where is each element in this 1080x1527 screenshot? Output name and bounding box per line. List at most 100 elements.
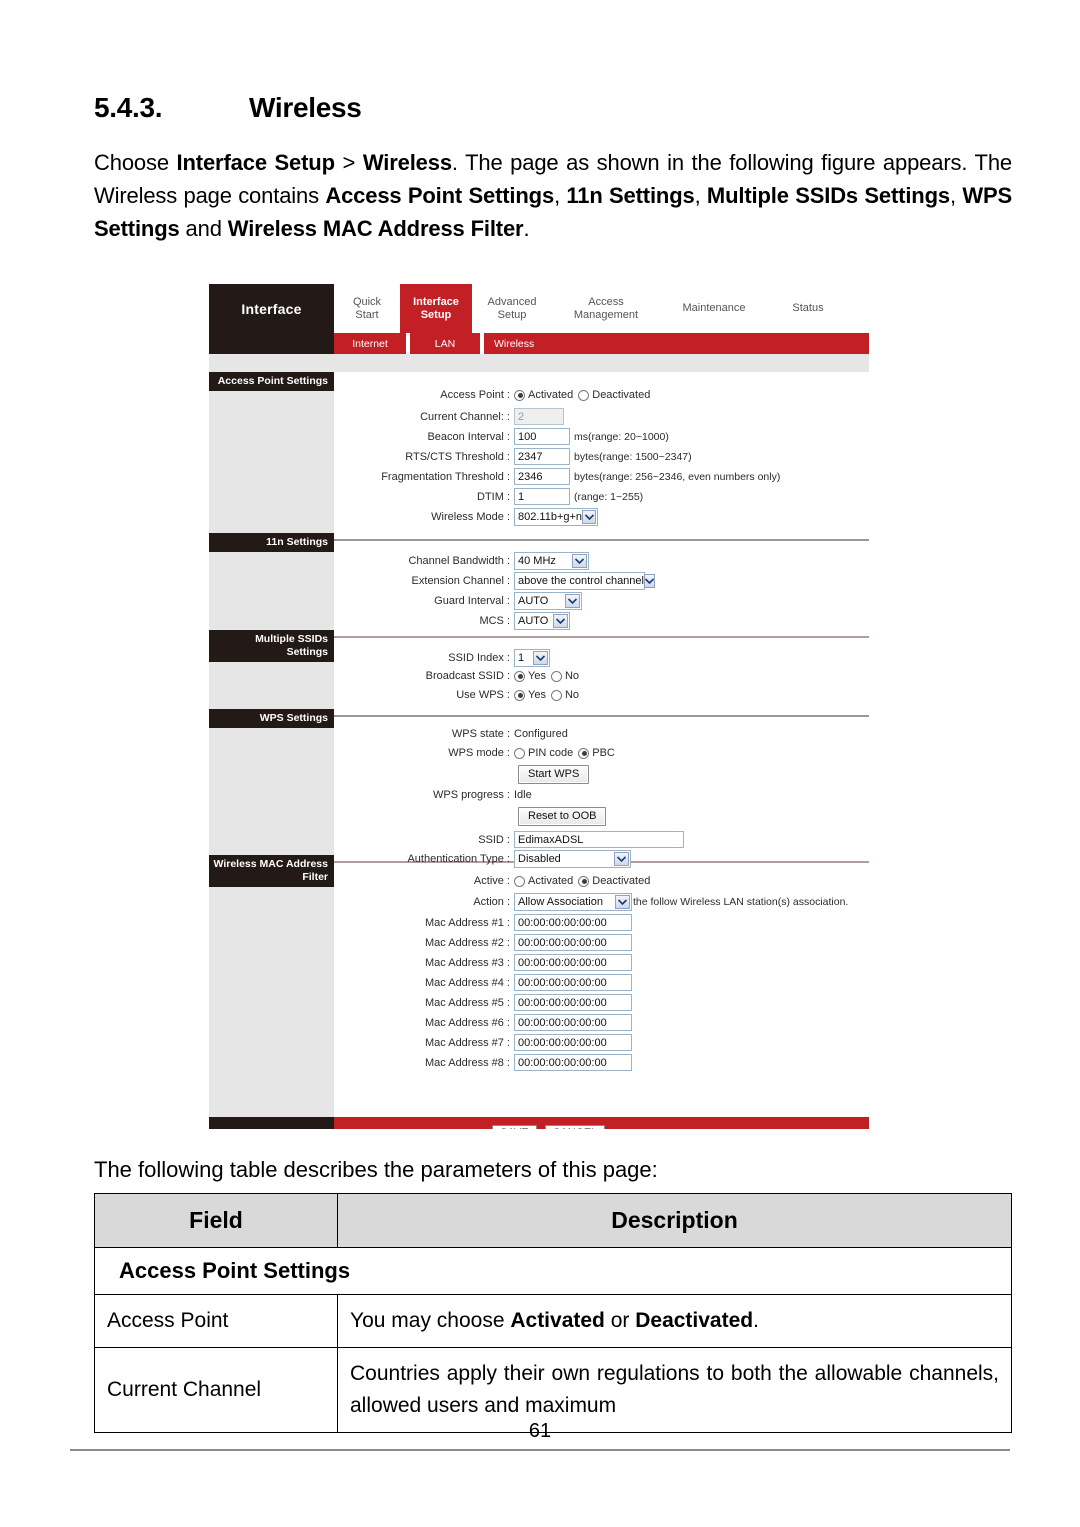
input-beacon-interval[interactable]: 100	[514, 428, 570, 445]
tab-quick-start[interactable]: Quick Start	[334, 284, 400, 333]
radio-access-point-deactivated[interactable]: Deactivated	[578, 389, 650, 401]
desc-text-post: .	[753, 1309, 759, 1332]
radio-dot-icon	[514, 389, 525, 401]
row-extension-channel: Extension Channel : above the control ch…	[334, 572, 655, 590]
radio-dot-icon	[578, 747, 590, 759]
tab-advanced-setup-line1: Advanced	[487, 295, 537, 308]
parameters-table: Field Description Access Point Settings …	[94, 1193, 1012, 1433]
tab-status-label: Status	[792, 302, 824, 314]
row-mcs: MCS : AUTO	[334, 612, 570, 630]
desc-text-pre: You may choose	[350, 1309, 511, 1332]
page-number: 61	[528, 1420, 552, 1442]
row-wps-state: WPS state : Configured	[334, 728, 568, 740]
input-mac-address-8[interactable]: 00:00:00:00:00:00	[514, 1054, 632, 1071]
router-web-ui-screenshot: Interface Quick Start Interface Setup Ad…	[209, 284, 869, 1129]
row-mac-address-1: Mac Address #1 : 00:00:00:00:00:00	[334, 914, 632, 931]
select-ssid-index-value: 1	[518, 652, 525, 664]
label-use-wps: Use WPS :	[456, 689, 510, 701]
para-text-2: >	[334, 150, 363, 175]
radio-dot-icon	[514, 689, 525, 701]
radio-mac-filter-deactivated[interactable]: Deactivated	[578, 875, 650, 887]
tab-quick-start-line2: Start	[355, 308, 379, 321]
input-ssid[interactable]: EdimaxADSL	[514, 831, 684, 848]
section-heading: 5.4.3. Wireless	[94, 92, 1012, 124]
label-mac-address-7: Mac Address #7 :	[425, 1036, 510, 1049]
input-mac-address-3[interactable]: 00:00:00:00:00:00	[514, 954, 632, 971]
table-row: Access Point You may choose Activated or…	[94, 1294, 1012, 1348]
label-broadcast-ssid: Broadcast SSID :	[425, 670, 510, 682]
tab-maintenance-label: Maintenance	[682, 302, 746, 314]
row-mac-filter-active: Active : Activated Deactivated	[334, 875, 650, 887]
reset-to-oob-button[interactable]: Reset to OOB	[518, 807, 607, 826]
select-mac-filter-action[interactable]: Allow Association	[514, 893, 632, 911]
row-mac-address-5: Mac Address #5 : 00:00:00:00:00:00	[334, 994, 632, 1011]
input-rts-cts-threshold[interactable]: 2347	[514, 448, 570, 465]
para-bold-mac-filter: Wireless MAC Address Filter	[227, 216, 524, 241]
input-mac-address-1[interactable]: 00:00:00:00:00:00	[514, 914, 632, 931]
table-desc-access-point: You may choose Activated or Deactivated.	[337, 1294, 1012, 1348]
select-extension-channel[interactable]: above the control channel	[514, 572, 655, 590]
input-mac-address-2[interactable]: 00:00:00:00:00:00	[514, 934, 632, 951]
tab-status[interactable]: Status	[768, 284, 848, 333]
radio-wps-mode-pbc[interactable]: PBC	[578, 747, 615, 759]
divider-multiple-ssids	[334, 636, 869, 638]
label-mac-address-3: Mac Address #3 :	[425, 956, 510, 969]
row-reset-oob: Reset to OOB	[518, 807, 607, 826]
save-button[interactable]: SAVE	[492, 1125, 537, 1129]
radio-dot-icon	[578, 875, 590, 887]
radio-use-wps-no[interactable]: No	[550, 689, 580, 701]
router-spacer-bar	[209, 354, 869, 372]
subtab-internet[interactable]: Internet	[334, 333, 406, 354]
input-fragmentation-threshold[interactable]: 2346	[514, 468, 570, 485]
row-mac-filter-action: Action : Allow Association the follow Wi…	[334, 893, 848, 911]
radio-use-wps-yes[interactable]: Yes	[514, 689, 546, 701]
footer-red-bar: SAVE CANCEL	[334, 1117, 869, 1129]
radio-use-wps-no-label: No	[564, 689, 580, 701]
radio-dot-icon	[514, 875, 525, 887]
input-mac-address-4[interactable]: 00:00:00:00:00:00	[514, 974, 632, 991]
tab-advanced-setup[interactable]: Advanced Setup	[472, 284, 552, 333]
radio-mac-filter-activated[interactable]: Activated	[514, 875, 573, 887]
radio-broadcast-ssid-no[interactable]: No	[550, 670, 579, 682]
chevron-down-icon	[614, 852, 629, 866]
label-mac-filter-active: Active :	[473, 875, 510, 887]
subtab-lan[interactable]: LAN	[410, 333, 480, 354]
tab-access-management[interactable]: Access Management	[552, 284, 660, 333]
label-beacon-interval: Beacon Interval :	[427, 430, 510, 443]
router-footer-bar: SAVE CANCEL	[209, 1117, 869, 1129]
select-wireless-mode[interactable]: 802.11b+g+n	[514, 508, 598, 526]
subtab-wireless[interactable]: Wireless	[484, 333, 564, 354]
select-authentication-type[interactable]: Disabled	[514, 850, 631, 868]
label-channel-bandwidth: Channel Bandwidth :	[408, 555, 510, 567]
radio-group-access-point: Activated Deactivated	[514, 389, 650, 401]
select-mcs-value: AUTO	[518, 615, 549, 627]
select-guard-interval[interactable]: AUTO	[514, 592, 582, 610]
input-dtim[interactable]: 1	[514, 488, 570, 505]
radio-wps-mode-pin[interactable]: PIN code	[514, 747, 573, 759]
label-mac-address-6: Mac Address #6 :	[425, 1016, 510, 1029]
select-mcs[interactable]: AUTO	[514, 612, 570, 630]
input-current-channel[interactable]: 2	[514, 408, 564, 425]
unit-rts-cts-threshold: bytes(range: 1500~2347)	[574, 450, 692, 463]
note-mac-filter-action: the follow Wireless LAN station(s) assoc…	[633, 896, 849, 908]
input-mac-address-6[interactable]: 00:00:00:00:00:00	[514, 1014, 632, 1031]
select-channel-bandwidth[interactable]: 40 MHz	[514, 552, 589, 570]
chevron-down-icon	[615, 895, 630, 909]
row-broadcast-ssid: Broadcast SSID : Yes No	[334, 670, 579, 682]
cancel-button[interactable]: CANCEL	[544, 1125, 606, 1129]
section-label-mac-filter-line2: Filter	[302, 871, 328, 883]
label-fragmentation-threshold: Fragmentation Threshold :	[381, 470, 510, 483]
input-mac-address-5[interactable]: 00:00:00:00:00:00	[514, 994, 632, 1011]
start-wps-button[interactable]: Start WPS	[518, 765, 590, 784]
tab-maintenance[interactable]: Maintenance	[660, 284, 768, 333]
row-fragmentation-threshold: Fragmentation Threshold : 2346 bytes(ran…	[334, 468, 780, 485]
radio-access-point-activated[interactable]: Activated	[514, 389, 573, 401]
tab-interface-setup[interactable]: Interface Setup	[400, 284, 472, 333]
radio-access-point-activated-label: Activated	[528, 389, 574, 401]
select-ssid-index[interactable]: 1	[514, 649, 550, 667]
value-wps-progress: Idle	[514, 789, 532, 801]
section-label-multiple-ssids: Multiple SSIDs Settings	[209, 630, 334, 662]
input-mac-address-7[interactable]: 00:00:00:00:00:00	[514, 1034, 632, 1051]
row-ssid-index: SSID Index : 1	[334, 649, 550, 667]
radio-broadcast-ssid-yes[interactable]: Yes	[514, 670, 546, 682]
